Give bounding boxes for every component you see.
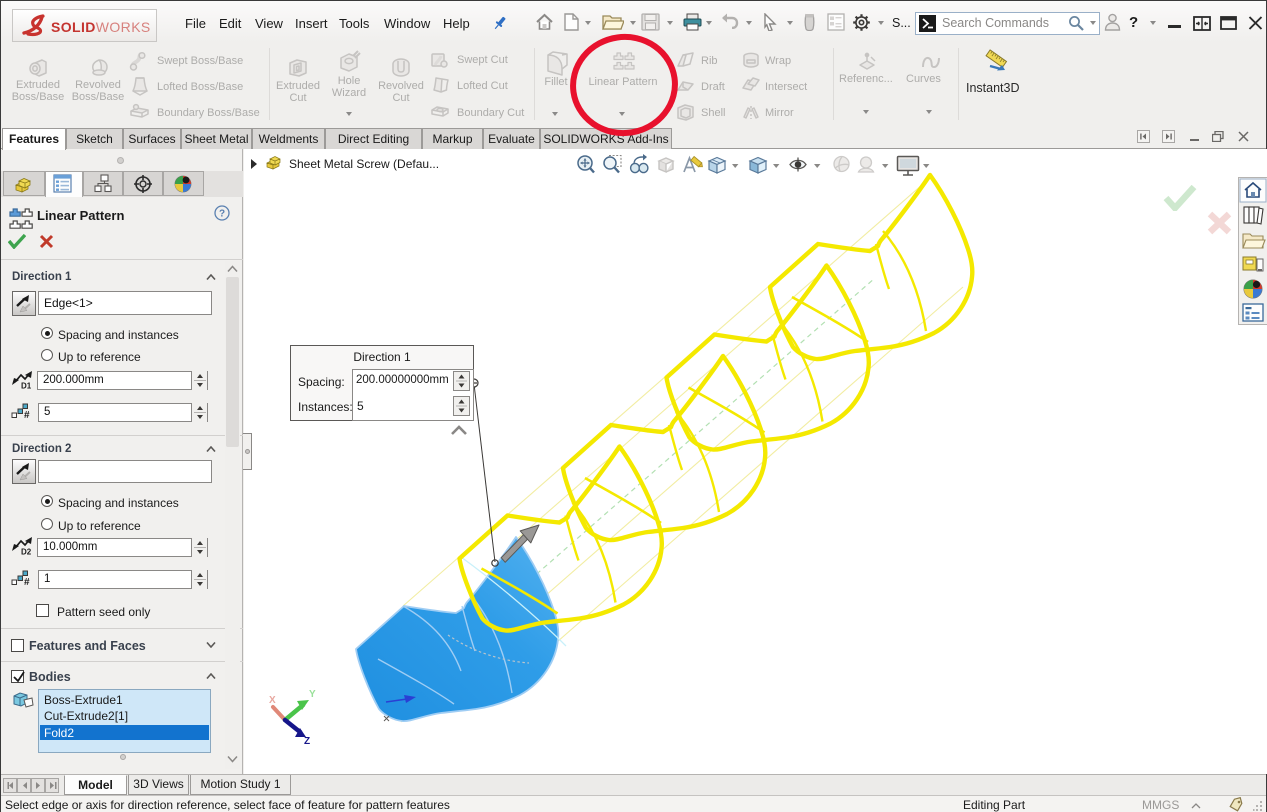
svg-text:#: # — [24, 410, 30, 420]
svg-text:X: X — [269, 695, 276, 706]
svg-text:SOLIDWORKS: SOLIDWORKS — [51, 19, 151, 35]
svg-text:?: ? — [219, 209, 225, 220]
svg-text:#: # — [24, 577, 30, 587]
svg-text:Z: Z — [304, 736, 310, 747]
svg-text:D1: D1 — [21, 382, 32, 390]
svg-text:Y: Y — [309, 689, 316, 700]
svg-text:D2: D2 — [21, 548, 32, 556]
